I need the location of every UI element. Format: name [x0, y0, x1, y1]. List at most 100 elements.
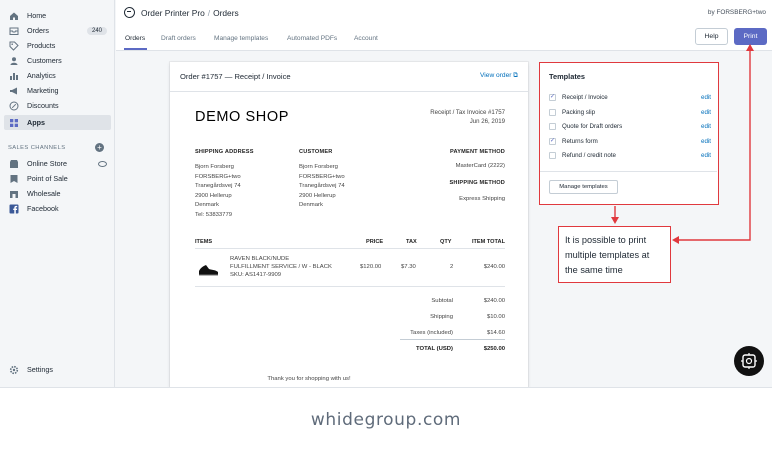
shipping-method: Express Shipping: [459, 196, 505, 202]
eye-icon[interactable]: [98, 160, 107, 167]
sidebar-item-label: Online Store: [27, 159, 67, 168]
tab-bar: Orders Draft orders Manage templates Aut…: [116, 26, 772, 51]
arrowhead: [611, 217, 619, 224]
sidebar-item-products[interactable]: Products: [4, 38, 111, 53]
app-logo-icon: [124, 7, 135, 18]
item-total: $240.00: [483, 264, 505, 270]
sidebar-item-home[interactable]: Home: [4, 8, 111, 23]
sidebar: Home Orders 240 Products Customers Analy…: [0, 0, 115, 387]
product-thumbnail-icon: [199, 265, 218, 276]
payment-method: MasterCard (2222): [455, 163, 505, 169]
item-description: RAVEN BLACK/NUDE FULFILLMENT SERVICE / W…: [230, 255, 332, 279]
sidebar-item-point-of-sale[interactable]: Point of Sale: [4, 171, 111, 186]
sidebar-item-label: Products: [27, 41, 56, 50]
tab-manage-templates[interactable]: Manage templates: [214, 35, 268, 42]
sidebar-item-apps[interactable]: Apps: [4, 115, 111, 130]
apps-icon: [8, 117, 20, 129]
template-checkbox[interactable]: [549, 108, 556, 116]
template-row: Packing slip edit: [549, 107, 711, 117]
tab-account[interactable]: Account: [354, 35, 378, 42]
print-button[interactable]: Print: [734, 28, 767, 45]
tab-orders[interactable]: Orders: [125, 35, 145, 42]
template-row: Refund / credit note edit: [549, 150, 711, 160]
items-header: ITEMS: [195, 239, 213, 245]
shipping-address: Bjorn Forsberg FORSBERG+two Tranegårdsve…: [195, 163, 241, 220]
tax-header: TAX: [406, 239, 417, 245]
home-icon: [8, 10, 20, 22]
template-checkbox[interactable]: ✓: [549, 137, 556, 145]
breadcrumb: Order Printer Pro / Orders: [141, 8, 239, 18]
sidebar-item-label: Marketing: [27, 86, 59, 95]
sidebar-item-label: Apps: [27, 118, 45, 127]
address-line: Denmark: [195, 202, 219, 208]
sidebar-item-analytics[interactable]: Analytics: [4, 68, 111, 83]
sidebar-item-orders[interactable]: Orders 240: [4, 23, 111, 38]
divider: [400, 339, 505, 340]
total-value: $250.00: [483, 346, 505, 352]
item-variant: FULFILLMENT SERVICE / W - BLACK: [230, 264, 332, 270]
tab-automated-pdfs[interactable]: Automated PDFs: [287, 35, 337, 42]
page-title: Orders: [213, 8, 239, 18]
active-tab-indicator: [124, 48, 147, 50]
address-line: FORSBERG+two: [299, 173, 345, 180]
address-line: Tranegårdsvej 74: [195, 183, 241, 189]
external-link-icon: ⧉: [513, 72, 518, 79]
customer-address: Bjorn Forsberg FORSBERG+two Tranegårdsve…: [299, 163, 345, 211]
divider: [540, 171, 717, 172]
add-channel-icon[interactable]: +: [95, 143, 104, 152]
sidebar-item-marketing[interactable]: Marketing: [4, 83, 111, 98]
tab-draft-orders[interactable]: Draft orders: [161, 35, 196, 42]
arrowhead: [672, 236, 679, 244]
invoice-meta: Receipt / Tax Invoice #1757 Jun 26, 2019: [430, 108, 505, 126]
breadcrumb-separator: /: [207, 8, 211, 18]
template-checkbox[interactable]: [549, 151, 556, 159]
shipping-label: Shipping: [430, 314, 453, 320]
view-order-link[interactable]: View order ⧉: [480, 72, 518, 80]
item-qty: 2: [450, 264, 454, 270]
shop-name: DEMO SHOP: [195, 109, 290, 125]
shipping-method-heading: SHIPPING METHOD: [449, 180, 505, 186]
template-row: ✓ Receipt / Invoice edit: [549, 92, 711, 102]
orders-count-badge: 240: [86, 26, 107, 35]
template-checkbox[interactable]: [549, 122, 556, 130]
help-button[interactable]: Help: [695, 28, 728, 45]
watermark-footer: whidegroup.com: [310, 410, 462, 430]
edit-template-link[interactable]: edit: [701, 94, 711, 101]
shipping-value: $10.00: [486, 314, 505, 320]
invoice-title: Order #1757 — Receipt / Invoice: [180, 72, 291, 81]
thank-you-message: Thank you for shopping with us!: [267, 376, 351, 382]
edit-template-link[interactable]: edit: [701, 109, 711, 116]
edit-template-link[interactable]: edit: [701, 152, 711, 159]
sidebar-item-facebook[interactable]: Facebook: [4, 201, 111, 216]
chat-button[interactable]: [734, 346, 764, 376]
view-order-label: View order: [480, 72, 512, 79]
invoice-date: Jun 26, 2019: [469, 118, 505, 125]
total-label: TOTAL (USD): [416, 346, 453, 352]
edit-template-link[interactable]: edit: [701, 123, 711, 130]
app-name[interactable]: Order Printer Pro: [141, 8, 205, 18]
address-line: Tranegårdsvej 74: [299, 183, 345, 189]
divider: [195, 248, 505, 249]
gear-icon: [8, 364, 20, 376]
customer-heading: CUSTOMER: [299, 149, 333, 155]
sidebar-item-discounts[interactable]: Discounts: [4, 98, 111, 113]
sidebar-item-settings[interactable]: Settings: [4, 362, 111, 377]
store-icon: [8, 158, 20, 170]
price-header: PRICE: [366, 239, 384, 245]
address-line: Bjorn Forsberg: [299, 164, 338, 170]
address-line: Tel: 53833779: [195, 211, 233, 218]
item-sku: SKU: AS1417-9909: [230, 272, 282, 278]
sidebar-item-online-store[interactable]: Online Store: [4, 156, 111, 171]
template-label: Packing slip: [562, 108, 596, 116]
sidebar-item-label: Settings: [27, 365, 53, 374]
template-checkbox[interactable]: ✓: [549, 93, 556, 101]
edit-template-link[interactable]: edit: [701, 138, 711, 145]
sidebar-item-wholesale[interactable]: Wholesale: [4, 186, 111, 201]
sidebar-item-label: Point of Sale: [27, 174, 68, 183]
qty-header: QTY: [440, 239, 452, 245]
sidebar-item-label: Home: [27, 11, 47, 20]
orders-icon: [8, 25, 20, 37]
template-label: Quote for Draft orders: [562, 122, 623, 130]
manage-templates-button[interactable]: Manage templates: [549, 180, 618, 194]
sidebar-item-customers[interactable]: Customers: [4, 53, 111, 68]
